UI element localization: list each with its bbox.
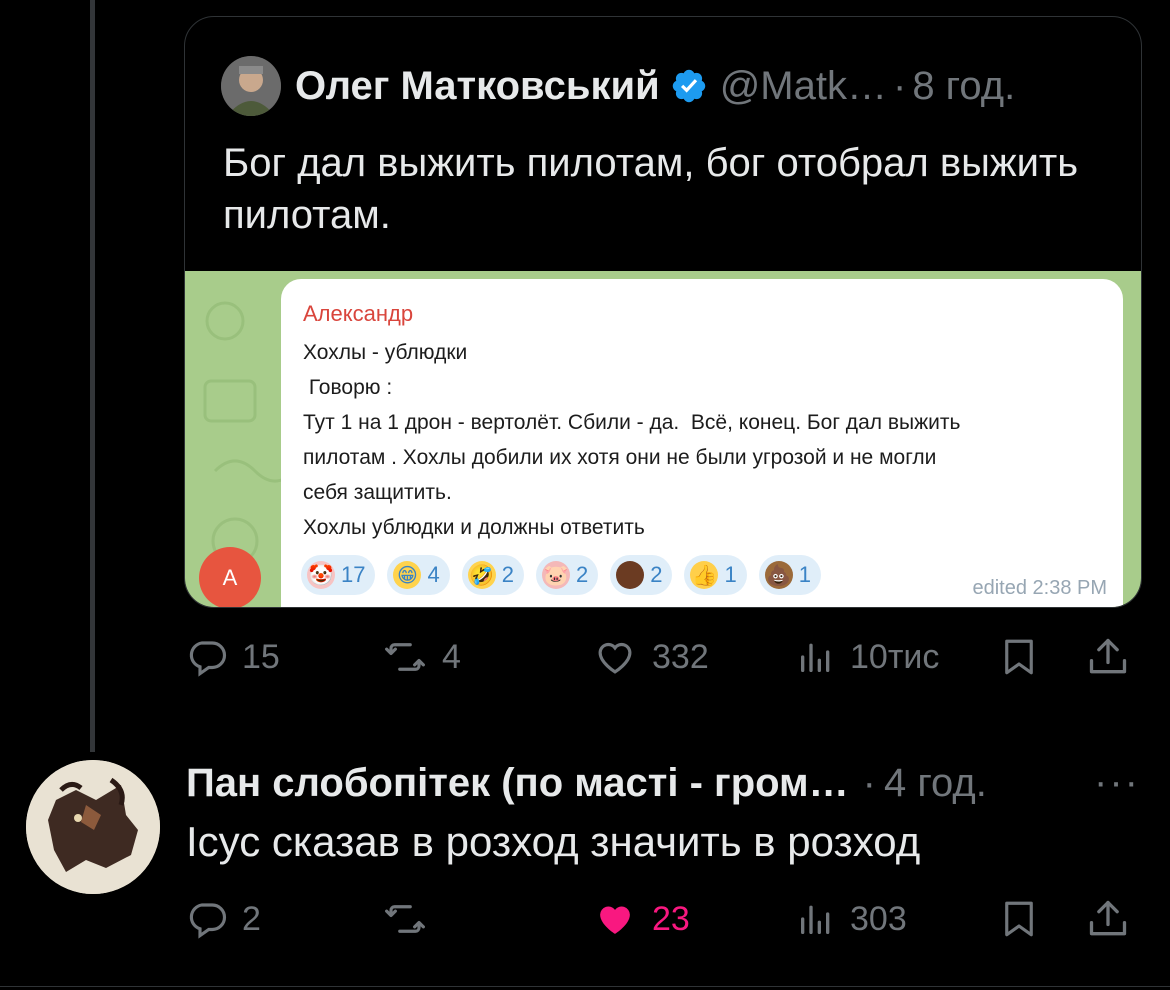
- pig-soldier-emoji-icon: 🐷: [541, 561, 570, 589]
- telegram-line: себя защитить.: [303, 481, 452, 504]
- quoted-author-handle[interactable]: @Matk…: [720, 64, 887, 109]
- quoted-tweet-time[interactable]: 8 год.: [912, 64, 1015, 109]
- thread-connector-line: [90, 0, 95, 752]
- like-count: 332: [652, 637, 709, 676]
- poop-emoji-icon: 💩: [764, 561, 793, 589]
- telegram-reaction: 🐷 2: [535, 555, 599, 595]
- bookmark-icon: [1005, 639, 1033, 675]
- more-options-icon[interactable]: ···: [1094, 760, 1140, 805]
- reply-actions: 2 23 303: [186, 894, 1136, 944]
- rofl-emoji-icon: 🤣: [467, 561, 496, 589]
- quoted-author-avatar[interactable]: [221, 56, 281, 116]
- reply-time[interactable]: 4 год.: [884, 761, 987, 806]
- reaction-count: 1: [798, 562, 811, 587]
- photo-sticker-icon: [616, 561, 645, 589]
- quoted-tweet-header: Олег Матковський @Matk… · 8 год.: [221, 55, 1015, 117]
- header-separator: ·: [862, 760, 876, 805]
- reaction-count: 2: [650, 562, 663, 587]
- telegram-line: пилотам . Хохлы добили их хотя они не бы…: [303, 446, 937, 469]
- repost-button[interactable]: [382, 894, 442, 944]
- reply-text: Ісус сказав в розход значить в розход: [186, 818, 921, 865]
- reply-count: 15: [242, 637, 280, 676]
- like-button[interactable]: 23: [592, 894, 690, 944]
- telegram-sender-avatar: A: [199, 547, 261, 607]
- quoted-tweet-card[interactable]: Олег Матковський @Matk… · 8 год. Бог дал…: [184, 16, 1142, 608]
- repost-button[interactable]: 4: [382, 632, 461, 682]
- heart-filled-icon: [600, 906, 630, 934]
- telegram-reaction: 😁 4: [387, 555, 450, 595]
- views-chart-icon: [801, 643, 830, 672]
- telegram-message-text: Хохлы - ублюдки Говорю : Тут 1 на 1 дрон…: [303, 335, 1113, 545]
- clown-emoji-icon: 🤡: [307, 561, 335, 589]
- telegram-reactions: 🤡 17 😁 4 🤣 2 🐷 2 2 👍 1 💩 1: [301, 555, 821, 595]
- share-icon: [1089, 638, 1127, 674]
- reply-author-name[interactable]: Пан слобопітек (по масті - гром…: [186, 761, 849, 806]
- reaction-count: 4: [427, 562, 440, 587]
- telegram-reaction: 👍 1: [684, 555, 747, 595]
- divider: [0, 986, 1170, 987]
- views-count: 10тис: [850, 637, 940, 676]
- reply-icon: [189, 903, 227, 939]
- telegram-reaction: 💩 1: [758, 555, 821, 595]
- bookmark-button[interactable]: [998, 632, 1040, 682]
- like-count: 23: [652, 899, 690, 938]
- views-count: 303: [850, 899, 907, 938]
- reaction-count: 1: [724, 562, 737, 587]
- reply-header: Пан слобопітек (по масті - гром… · 4 год…: [186, 758, 987, 808]
- share-icon: [1089, 900, 1127, 936]
- bookmark-button[interactable]: [998, 894, 1040, 944]
- telegram-message-bubble: Александр Хохлы - ублюдки Говорю : Тут 1…: [281, 279, 1123, 607]
- views-chart-icon: [801, 905, 830, 934]
- telegram-line: Хохлы - ублюдки: [303, 341, 468, 364]
- telegram-sender-name: Александр: [303, 301, 414, 326]
- reaction-count: 17: [341, 562, 366, 587]
- share-button[interactable]: [1086, 894, 1130, 944]
- reply-author-avatar[interactable]: [26, 760, 160, 894]
- share-button[interactable]: [1086, 632, 1130, 682]
- reply-icon: [189, 641, 227, 677]
- reply-count: 2: [242, 899, 261, 938]
- telegram-reaction: 🤣 2: [461, 555, 524, 595]
- repost-icon: [385, 643, 425, 671]
- quoted-tweet-actions: 15 4 332 10тис: [186, 632, 1136, 682]
- telegram-line: Хохлы ублюдки и должны ответить: [303, 516, 645, 539]
- like-button[interactable]: 332: [592, 632, 709, 682]
- bookmark-icon: [1005, 901, 1033, 937]
- reply-button[interactable]: 2: [186, 894, 261, 944]
- views-button[interactable]: 303: [796, 894, 907, 944]
- repost-count: 4: [442, 637, 461, 676]
- repost-icon: [385, 905, 425, 933]
- quoted-tweet-image[interactable]: Александр Хохлы - ублюдки Говорю : Тут 1…: [185, 271, 1141, 607]
- reaction-count: 2: [575, 562, 589, 587]
- telegram-reaction: 2: [610, 555, 673, 595]
- verified-badge-icon: [670, 67, 708, 105]
- quoted-author-name[interactable]: Олег Матковський: [295, 64, 660, 109]
- thumbs-up-emoji-icon: 👍: [690, 561, 719, 589]
- grin-emoji-icon: 😁: [393, 561, 422, 589]
- telegram-line: Тут 1 на 1 дрон - вертолёт. Сбили - да. …: [303, 411, 961, 434]
- telegram-edited-time: edited 2:38 PM: [972, 577, 1107, 599]
- views-button[interactable]: 10тис: [796, 632, 939, 682]
- reply-button[interactable]: 15: [186, 632, 280, 682]
- telegram-line: Говорю :: [303, 376, 393, 399]
- quoted-tweet-text: Бог дал выжить пилотам, бог отобрал выжи…: [223, 141, 1079, 237]
- heart-icon: [598, 642, 632, 674]
- header-separator: ·: [892, 63, 907, 108]
- reaction-count: 2: [501, 562, 514, 587]
- telegram-reaction: 🤡 17: [301, 555, 376, 595]
